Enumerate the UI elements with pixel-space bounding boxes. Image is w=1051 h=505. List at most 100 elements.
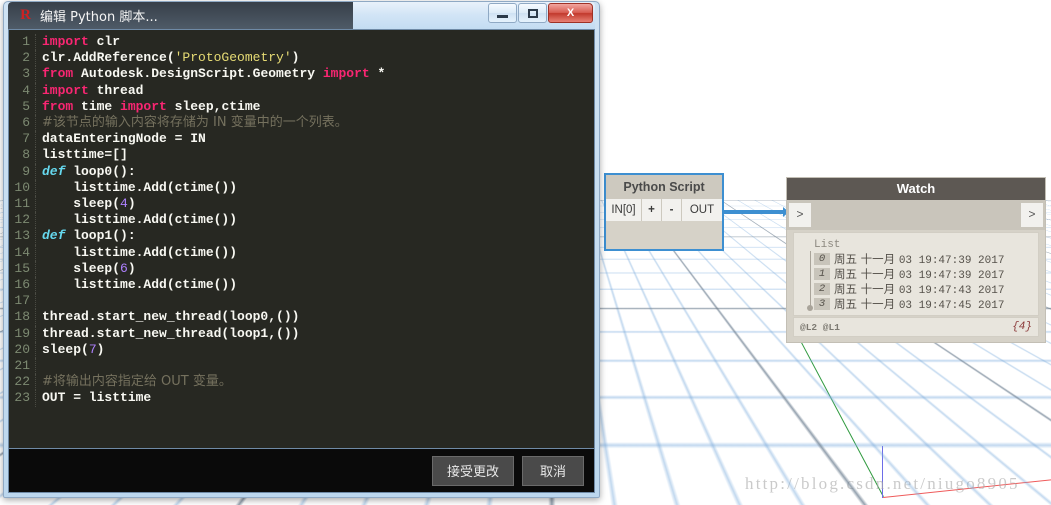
watch-item-value: 周五 十一月 03 19:47:39 2017 <box>834 266 1005 282</box>
watch-list-item: 1 周五 十一月 03 19:47:39 2017 <box>814 266 1034 282</box>
watch-list-label: List <box>814 239 841 251</box>
connector-wire[interactable] <box>722 210 790 214</box>
node-python-script-ports: IN[0] + - OUT <box>606 199 722 221</box>
code-line: 4 import thread <box>9 82 594 99</box>
code-line: 23 OUT = listtime <box>9 390 594 407</box>
code-editor[interactable]: 1 import clr 2 clr.AddReference('ProtoGeome… <box>8 29 595 449</box>
code-token: import <box>120 98 167 114</box>
code-lines[interactable]: 1 import clr 2 clr.AddReference('ProtoGeome… <box>9 34 594 407</box>
watch-list-rows: 0 周五 十一月 03 19:47:39 2017 1 周五 十一月 03 19:47… <box>798 251 1034 312</box>
line-number: 1 <box>9 34 36 51</box>
watch-input-port[interactable]: > <box>789 203 811 227</box>
code-line: 14 listtime.Add(ctime()) <box>9 244 594 261</box>
watch-item-index: 3 <box>814 297 830 310</box>
window-controls: X <box>488 3 593 23</box>
watch-item-value: 周五 十一月 03 19:47:39 2017 <box>834 251 1005 267</box>
code-token: #该节点的输入内容将存储为 IN 变量中的一个列表。 <box>42 115 348 131</box>
dialog-footer: 接受更改 取消 <box>8 449 595 493</box>
code-token: sleep( <box>42 196 121 212</box>
code-line: 16 listtime.Add(ctime()) <box>9 277 594 294</box>
line-number: 6 <box>9 115 36 132</box>
line-number: 21 <box>9 358 36 375</box>
code-token: listtime.Add(ctime()) <box>42 277 238 293</box>
line-number: 12 <box>9 212 36 229</box>
line-number: 22 <box>9 374 36 391</box>
code-token: #将输出内容指定给 OUT 变量。 <box>42 374 232 390</box>
node-python-script[interactable]: Python Script IN[0] + - OUT <box>604 173 724 251</box>
watch-list-item: 2 周五 十一月 03 19:47:43 2017 <box>814 281 1034 297</box>
code-token: Autodesk.DesignScript.Geometry <box>73 66 323 82</box>
code-line: 11 sleep(4) <box>9 196 594 213</box>
dynamo-r-icon: R <box>20 7 31 23</box>
watch-item-index: 2 <box>814 282 830 295</box>
line-number: 11 <box>9 196 36 213</box>
line-number: 8 <box>9 147 36 164</box>
code-token: time <box>73 98 121 114</box>
line-number: 15 <box>9 260 36 278</box>
watch-list-item: 3 周五 十一月 03 19:47:45 2017 <box>814 296 1034 312</box>
accept-changes-button[interactable]: 接受更改 <box>431 455 514 486</box>
code-line: 7 dataEnteringNode = IN <box>9 131 594 148</box>
code-token: listtime.Add(ctime()) <box>42 179 238 195</box>
code-token: 4 <box>120 196 128 212</box>
line-number: 23 <box>9 390 36 407</box>
node-watch[interactable]: Watch > > List 0 周五 十一月 03 19:47:39 2017 1… <box>786 177 1046 343</box>
line-number: 14 <box>9 244 36 261</box>
code-line: 8 listtime=[] <box>9 147 594 164</box>
code-line: 20 sleep(7) <box>9 341 594 359</box>
watch-item-index: 1 <box>814 267 830 280</box>
line-number: 3 <box>9 66 36 83</box>
watch-output-port[interactable]: > <box>1021 203 1043 227</box>
code-token: ) <box>96 341 105 357</box>
code-token: listtime=[] <box>42 147 128 163</box>
watch-list-item: 0 周五 十一月 03 19:47:39 2017 <box>814 251 1034 267</box>
watermark-text: http://blog.csdn.net/niugo8905 <box>745 474 1020 493</box>
minimize-button[interactable] <box>488 3 517 23</box>
input-port-in0[interactable]: IN[0] <box>606 199 642 221</box>
code-line: 5 from time import sleep,ctime <box>9 98 594 116</box>
code-token: ) <box>291 50 300 66</box>
code-token: 7 <box>88 341 97 357</box>
node-python-script-body <box>606 221 722 249</box>
code-line: 2 clr.AddReference('ProtoGeometry') <box>9 50 594 67</box>
python-script-editor-dialog[interactable]: R 编辑 Python 脚本... X 1 import clr 2 clr.AddR… <box>3 1 600 498</box>
code-token: sleep( <box>42 260 121 276</box>
code-token: listtime.Add(ctime()) <box>42 244 238 260</box>
line-number: 20 <box>9 341 36 359</box>
watch-result-list[interactable]: List 0 周五 十一月 03 19:47:39 2017 1 周五 十一月 03 … <box>793 232 1039 316</box>
output-port-out[interactable]: OUT <box>682 199 722 221</box>
maximize-button[interactable] <box>518 3 547 23</box>
code-token: import <box>322 66 370 82</box>
line-number: 18 <box>9 309 36 326</box>
line-number: 10 <box>9 179 36 197</box>
dialog-title: 编辑 Python 脚本... <box>40 10 158 25</box>
code-line: 3 from Autodesk.DesignScript.Geometry imp… <box>9 66 594 83</box>
code-token: clr <box>88 34 121 49</box>
minimize-icon <box>497 14 508 18</box>
dialog-titlebar[interactable]: R 编辑 Python 脚本... X <box>8 2 595 29</box>
line-number: 7 <box>9 131 36 148</box>
code-token: 6 <box>120 260 128 276</box>
cancel-button[interactable]: 取消 <box>522 455 584 486</box>
add-port-button[interactable]: + <box>642 199 662 221</box>
code-token: listtime.Add(ctime()) <box>42 212 238 228</box>
code-token: thread.start_new_thread(loop0,()) <box>42 309 300 325</box>
watch-footer: @L2 @L1 {4} <box>793 317 1039 337</box>
close-button[interactable]: X <box>548 3 593 23</box>
maximize-icon <box>527 8 538 18</box>
code-line: 6 #该节点的输入内容将存储为 IN 变量中的一个列表。 <box>9 115 594 132</box>
code-token: sleep,ctime <box>166 98 261 114</box>
line-number: 5 <box>9 98 36 116</box>
line-number: 17 <box>9 293 36 310</box>
code-token: ) <box>127 260 136 276</box>
code-token: loop1(): <box>65 228 136 244</box>
code-token: import <box>42 34 89 49</box>
node-watch-ports: > > <box>787 200 1045 230</box>
watch-lacing-label: @L2 @L1 <box>800 321 840 333</box>
remove-port-button[interactable]: - <box>662 199 682 221</box>
line-number: 9 <box>9 163 36 180</box>
node-watch-title: Watch <box>787 178 1045 200</box>
code-token: OUT = listtime <box>42 390 152 406</box>
code-token: thread <box>88 82 144 98</box>
code-line: 17 <box>9 293 594 310</box>
